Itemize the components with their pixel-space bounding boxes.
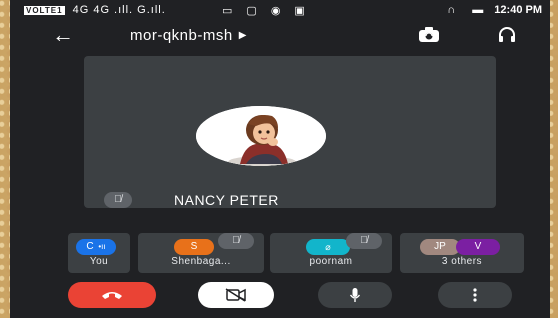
speaking-icon: •ıı xyxy=(98,242,106,251)
location-icon: ◉ xyxy=(270,5,295,17)
participant-label: 3 others xyxy=(441,256,483,267)
camera-switch-glyph xyxy=(419,27,439,42)
cartoon-girl-picture xyxy=(196,106,326,166)
meeting-toolbar: ← mor-qknb-msh ▶ xyxy=(10,24,550,52)
battery-icon: ▬ xyxy=(472,4,484,16)
participant-initial: C xyxy=(86,241,94,252)
end-call-button[interactable] xyxy=(68,282,156,308)
participant-initial: S xyxy=(190,241,198,252)
clock: ∩ ▬ 12:40 PM xyxy=(447,4,542,16)
participant-tile-you[interactable]: C •ıı You xyxy=(68,233,130,273)
camera-toggle-button[interactable] xyxy=(198,282,274,308)
mic-off-icon: 🎙̸ xyxy=(104,192,132,208)
headset-status-icon: ∩ xyxy=(447,4,456,16)
main-participant-tile[interactable]: 🎙̸ NANCY PETER xyxy=(84,56,496,208)
participant-avatar-chip: V xyxy=(456,239,500,255)
participant-tile-poornam[interactable]: ⌀ 🎙̸ poornam xyxy=(270,233,392,273)
time: 12:40 PM xyxy=(494,4,542,16)
square-icon: ▢ xyxy=(246,5,271,17)
notification-icons: ▭▢◉▣ xyxy=(222,4,319,17)
participant-tile-shenbaga[interactable]: S 🎙̸ Shenbaga... xyxy=(138,233,264,273)
phone-hangup-icon xyxy=(102,292,122,299)
mic-off-icon: 🎙̸ xyxy=(218,233,254,249)
volte-badge: VOLTE1 xyxy=(24,6,65,15)
microphone-icon xyxy=(349,288,361,302)
mic-off-icon: 🎙̸ xyxy=(346,233,382,249)
arrow-left-icon[interactable]: ← xyxy=(52,24,74,46)
participant-avatar xyxy=(196,106,326,166)
headphones-glyph xyxy=(499,27,515,42)
more-vert-icon xyxy=(473,288,477,302)
participant-name: NANCY PETER xyxy=(174,192,279,208)
mic-outline-icon: ⌀ xyxy=(325,242,331,252)
participant-initials: V xyxy=(474,241,482,252)
status-bar: VOLTE1 4G 4G .ıll. G.ıll. ▭▢◉▣ ∩ ▬ 12:40… xyxy=(10,0,550,20)
chevron-right-icon: ▶ xyxy=(238,30,247,41)
participant-tile-others[interactable]: JP V 3 others xyxy=(400,233,524,273)
camera-off-icon xyxy=(225,288,246,302)
participant-label: You xyxy=(89,256,109,267)
camera-switch-icon[interactable] xyxy=(418,26,440,49)
participant-avatar-chip: C •ıı xyxy=(76,239,116,255)
participant-label: Shenbaga... xyxy=(171,256,231,267)
microphone-button[interactable] xyxy=(318,282,392,308)
phone-screen: VOLTE1 4G 4G .ıll. G.ıll. ▭▢◉▣ ∩ ▬ 12:40… xyxy=(10,0,550,318)
participant-avatar-chip: ⌀ xyxy=(306,239,350,255)
participant-avatar-chip: JP xyxy=(420,239,460,255)
headphones-icon[interactable] xyxy=(498,26,516,49)
chat-icon: ▭ xyxy=(222,5,247,17)
participant-label: poornam xyxy=(309,256,353,267)
signal-text: 4G 4G .ıll. G.ıll. xyxy=(72,4,166,16)
network-status: VOLTE1 4G 4G .ıll. G.ıll. xyxy=(24,4,166,16)
participant-avatar-chip: S xyxy=(174,239,214,255)
image-icon: ▣ xyxy=(294,5,319,17)
meeting-title[interactable]: mor-qknb-msh ▶ xyxy=(130,27,247,44)
more-options-button[interactable] xyxy=(438,282,512,308)
call-controls xyxy=(10,282,550,312)
meeting-code: mor-qknb-msh xyxy=(130,27,233,44)
participant-initials: JP xyxy=(434,241,446,252)
